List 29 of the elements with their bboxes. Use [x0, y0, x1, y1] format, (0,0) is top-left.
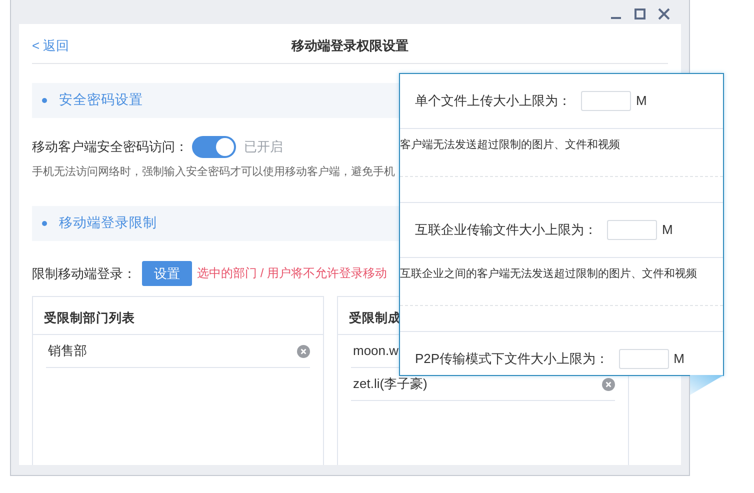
- page-title: 移动端登录权限设置: [292, 37, 408, 55]
- remove-icon[interactable]: [602, 378, 615, 390]
- restrict-label: 限制移动端登录：: [32, 264, 136, 282]
- maximize-icon[interactable]: [633, 7, 647, 21]
- bullet-icon: [42, 98, 47, 103]
- toggle-label: 移动客户端安全密码访问：: [32, 138, 188, 156]
- list-item[interactable]: 销售部: [46, 335, 310, 368]
- section-title: 安全密码设置: [59, 91, 143, 110]
- bullet-icon: [42, 220, 47, 226]
- section-title: 移动端登录限制: [59, 214, 157, 232]
- toggle-status: 已开启: [244, 138, 283, 156]
- size-input[interactable]: [581, 91, 631, 111]
- unit-label: M: [662, 221, 673, 240]
- popup-corner-fold: [690, 375, 724, 395]
- limit-note: 互联企业之间的客户端无法发送超过限制的图片、文件和视频: [400, 268, 697, 280]
- size-input[interactable]: [618, 349, 669, 369]
- size-input[interactable]: [607, 220, 657, 240]
- remove-icon[interactable]: [297, 344, 310, 358]
- description-text: 手机无法访问网络时，强制输入安全密码才可以使用移动客户端，避免手机: [32, 164, 396, 180]
- limit-label: 互联企业传输文件大小上限为：: [415, 221, 597, 240]
- limit-label: 单个文件上传大小上限为：: [415, 92, 571, 110]
- toggle-switch[interactable]: [192, 136, 236, 158]
- limit-note: 客户端无法发送超过限制的图片、文件和视频: [400, 139, 620, 151]
- hint-text: 选中的部门 / 用户将不允许登录移动: [197, 265, 388, 282]
- list-title: 受限制部门列表: [33, 297, 323, 335]
- unit-label: M: [674, 350, 684, 368]
- close-icon[interactable]: [657, 7, 671, 21]
- unit-label: M: [636, 92, 647, 110]
- limit-label: P2P传输模式下文件大小上限为：: [415, 350, 609, 368]
